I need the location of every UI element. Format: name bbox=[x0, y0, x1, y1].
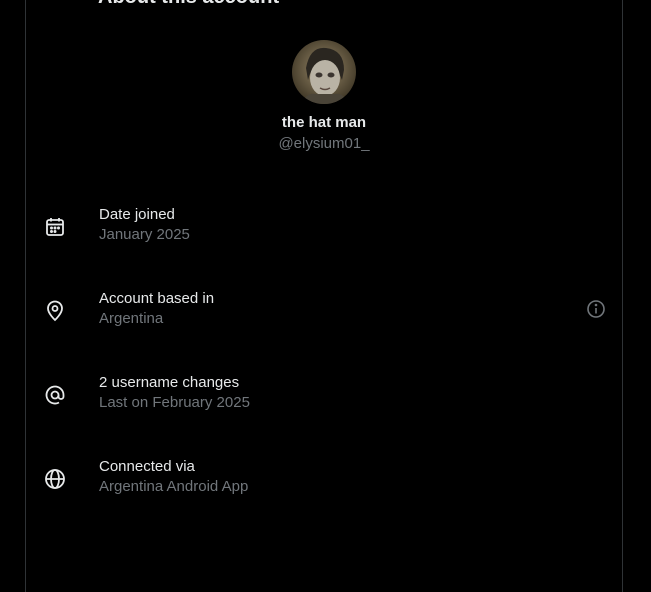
avatar[interactable] bbox=[292, 40, 356, 104]
about-account-panel: About this account the hat man @ely bbox=[25, 0, 623, 592]
connected-via-row: Connected via Argentina Android App bbox=[43, 457, 606, 501]
info-icon[interactable] bbox=[586, 299, 606, 319]
account-location-value: Argentina bbox=[99, 310, 164, 327]
account-location-row: Account based in Argentina bbox=[43, 289, 606, 333]
username-changes-value: Last on February 2025 bbox=[99, 394, 250, 411]
account-location-label: Account based in bbox=[99, 290, 215, 307]
date-joined-value: January 2025 bbox=[99, 226, 190, 243]
date-joined-row: Date joined January 2025 bbox=[43, 205, 606, 249]
connected-via-label: Connected via bbox=[99, 458, 195, 475]
username-changes-row: 2 username changes Last on February 2025 bbox=[43, 373, 606, 417]
profile-summary: the hat man @elysium01_ bbox=[26, 40, 622, 152]
profile-name: the hat man bbox=[281, 114, 367, 131]
location-pin-icon bbox=[43, 299, 67, 323]
globe-icon bbox=[43, 467, 67, 491]
calendar-icon bbox=[43, 215, 67, 239]
at-sign-icon bbox=[43, 383, 67, 407]
date-joined-label: Date joined bbox=[99, 206, 175, 223]
username-changes-label: 2 username changes bbox=[99, 374, 240, 391]
page-title: About this account bbox=[98, 0, 279, 9]
profile-handle: @elysium01_ bbox=[278, 135, 370, 152]
connected-via-value: Argentina Android App bbox=[99, 478, 249, 495]
